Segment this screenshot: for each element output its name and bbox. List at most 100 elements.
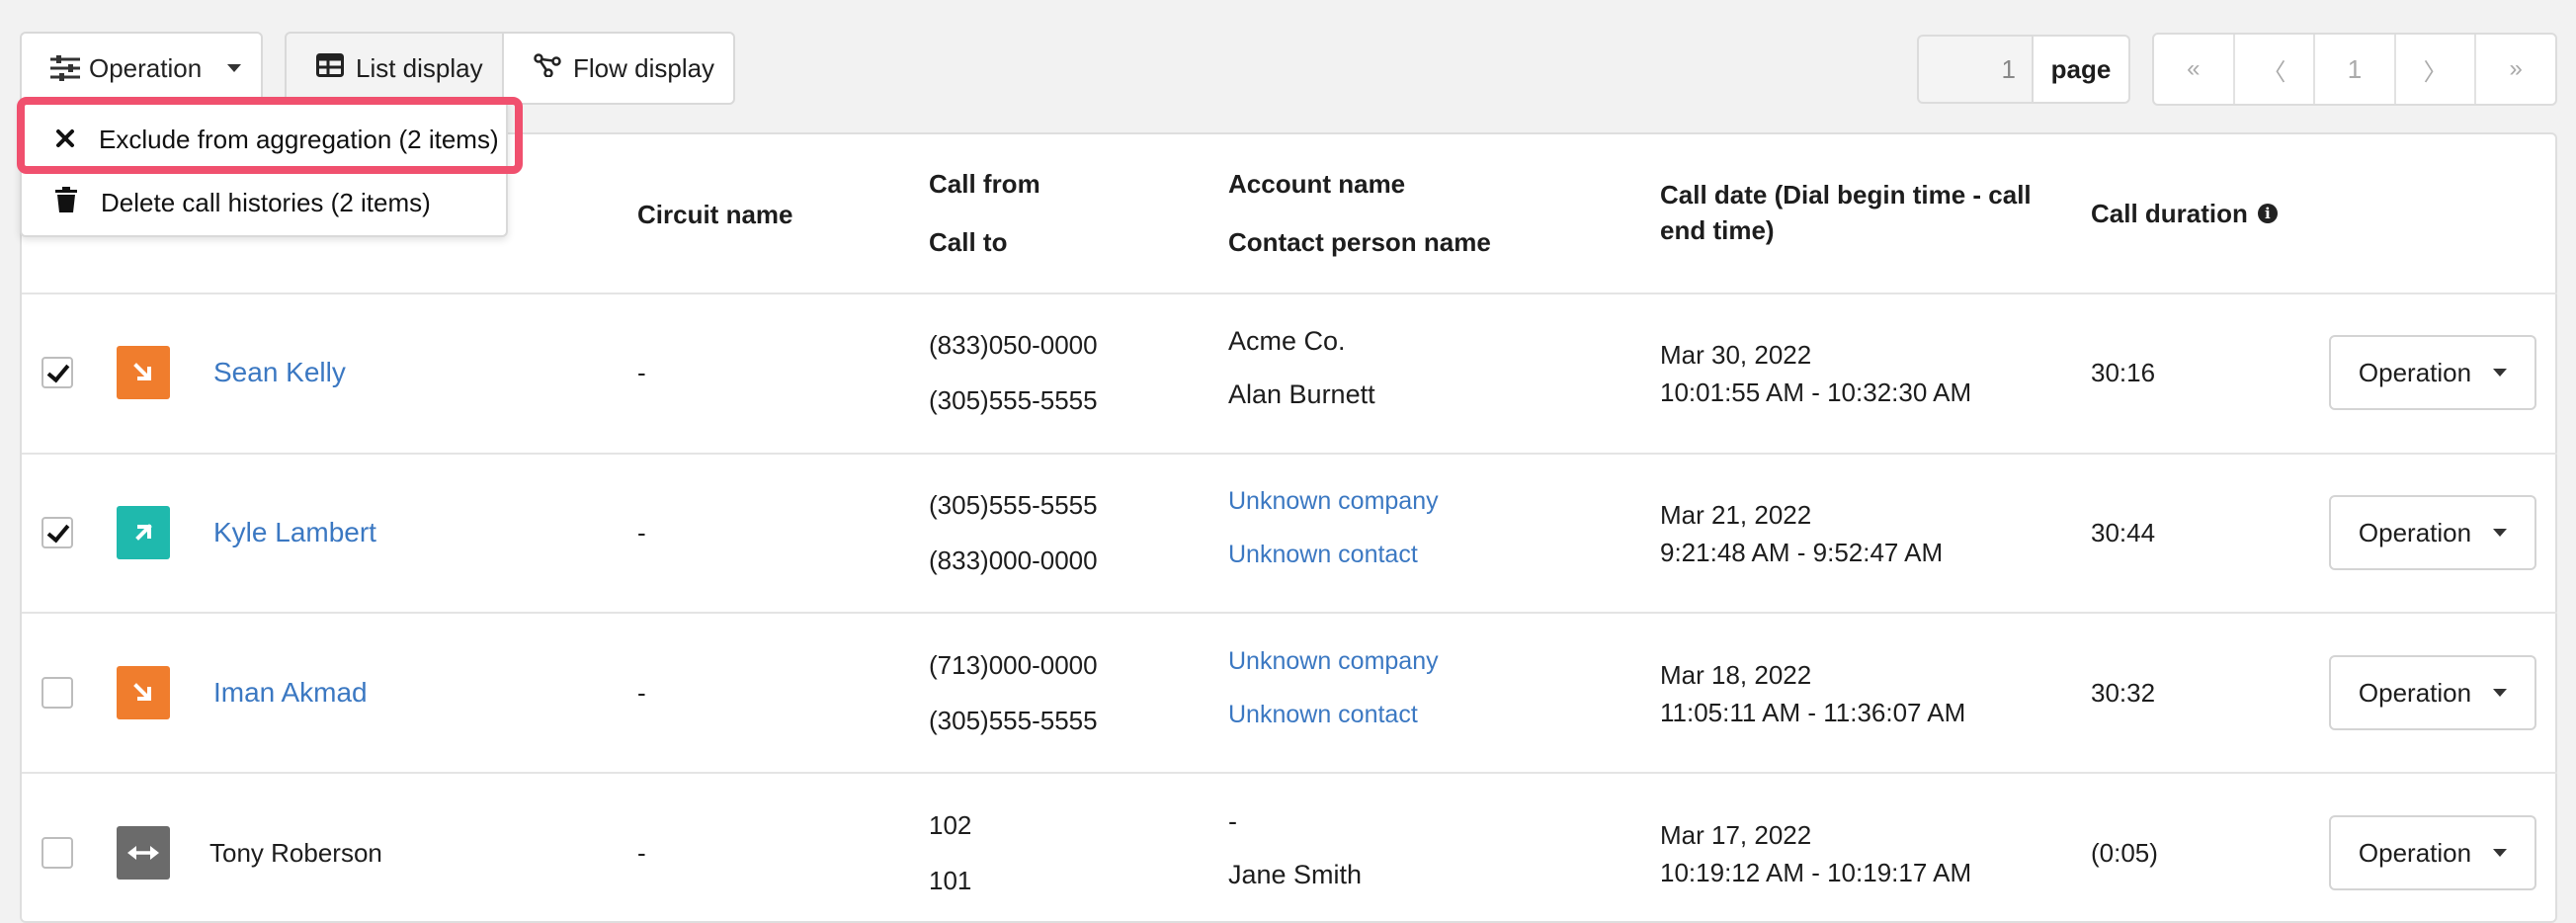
call-from-area: (305) xyxy=(929,490,989,520)
prev-page-button[interactable]: 〈 xyxy=(2235,35,2316,104)
next-page-label: 〉 xyxy=(2423,58,2448,86)
row-divider xyxy=(22,612,2557,614)
call-from: (833)050-0000 xyxy=(929,327,1098,363)
chevron-down-icon xyxy=(2493,369,2508,377)
call-to-number: 101 xyxy=(929,866,972,895)
caller-name[interactable]: Kyle Lambert xyxy=(213,515,376,550)
header-call-duration-label: Call duration xyxy=(2091,199,2248,228)
first-page-button[interactable]: « xyxy=(2154,35,2235,104)
call-to-number: 555-5555 xyxy=(988,385,1098,415)
call-date: Mar 30, 2022 xyxy=(1660,340,1812,370)
call-from: (713)000-0000 xyxy=(929,647,1098,683)
call-duration: 30:44 xyxy=(2091,518,2156,547)
trash-icon xyxy=(55,186,77,219)
caller-name: Tony Roberson xyxy=(209,838,382,868)
row-checkbox[interactable] xyxy=(42,837,73,869)
flow-display-button[interactable]: Flow display xyxy=(502,32,735,105)
call-duration: 30:32 xyxy=(2091,678,2156,708)
row-checkbox[interactable] xyxy=(42,677,73,709)
call-date: Mar 18, 2022 xyxy=(1660,660,1812,690)
internal-call-icon xyxy=(117,826,170,880)
call-from-number: 000-0000 xyxy=(988,650,1098,680)
call-date: Mar 21, 2022 xyxy=(1660,500,1812,530)
header-call-date: Call date (Dial begin time - call end ti… xyxy=(1660,180,2032,245)
last-page-button[interactable]: » xyxy=(2476,35,2555,104)
prev-page-label: 〈 xyxy=(2262,58,2286,86)
row-operation-button[interactable]: Operation xyxy=(2329,815,2536,890)
incoming-call-icon xyxy=(117,346,170,399)
caller-name[interactable]: Sean Kelly xyxy=(213,355,346,390)
header-call-from: Call from xyxy=(929,169,1040,199)
chevron-down-icon xyxy=(2493,529,2508,537)
operation-dropdown-button[interactable]: Operation xyxy=(20,32,263,105)
pagination: « 〈 1 〉 » xyxy=(2152,33,2557,106)
call-duration: (0:05) xyxy=(2091,838,2158,868)
row-divider xyxy=(22,453,2557,455)
account-name[interactable]: Unknown company xyxy=(1228,643,1439,679)
call-time-range: 10:19:12 AM - 10:19:17 AM xyxy=(1660,858,1972,887)
operation-label: Operation xyxy=(89,52,203,83)
highlight-box xyxy=(17,97,523,174)
last-page-label: » xyxy=(2509,55,2523,82)
row-operation-label: Operation xyxy=(2358,677,2472,708)
account-name: Acme Co. xyxy=(1228,326,1346,356)
page-label-text: page xyxy=(2050,53,2112,84)
call-to-number: 000-0000 xyxy=(988,545,1098,575)
row-divider xyxy=(22,772,2557,774)
call-to-number: 555-5555 xyxy=(988,706,1098,735)
incoming-call-icon xyxy=(117,666,170,719)
header-divider xyxy=(22,293,2557,294)
next-page-button[interactable]: 〉 xyxy=(2396,35,2477,104)
call-from-number: 102 xyxy=(929,810,972,840)
call-date: Mar 17, 2022 xyxy=(1660,820,1812,850)
list-display-label: List display xyxy=(356,52,483,83)
flow-display-label: Flow display xyxy=(573,52,715,83)
header-call-to: Call to xyxy=(929,227,1008,257)
row-operation-label: Operation xyxy=(2358,517,2472,547)
current-page-label: 1 xyxy=(2347,53,2363,84)
first-page-label: « xyxy=(2187,55,2201,82)
row-checkbox[interactable] xyxy=(42,357,73,388)
table-icon xyxy=(316,52,344,84)
page-number-input[interactable]: 1 xyxy=(1917,35,2034,104)
caller-name[interactable]: Iman Akmad xyxy=(213,675,368,711)
call-from: (305)555-5555 xyxy=(929,487,1098,523)
row-operation-label: Operation xyxy=(2358,357,2472,387)
contact-person-name[interactable]: Unknown contact xyxy=(1228,697,1418,732)
call-time-range: 10:01:55 AM - 10:32:30 AM xyxy=(1660,378,1972,407)
row-operation-button[interactable]: Operation xyxy=(2329,495,2536,570)
current-page-button[interactable]: 1 xyxy=(2315,35,2396,104)
account-name[interactable]: Unknown company xyxy=(1228,483,1439,519)
circuit-name: - xyxy=(637,838,646,868)
call-from-area: (713) xyxy=(929,650,989,680)
flow-icon xyxy=(534,52,561,84)
row-checkbox[interactable] xyxy=(42,517,73,548)
contact-person-name[interactable]: Unknown contact xyxy=(1228,537,1418,572)
contact-person-name: Alan Burnett xyxy=(1228,379,1375,409)
call-from-number: 555-5555 xyxy=(988,490,1098,520)
delete-call-histories-item[interactable]: Delete call histories (2 items) xyxy=(22,172,506,233)
call-from: 102 xyxy=(929,807,971,843)
call-time-range: 9:21:48 AM - 9:52:47 AM xyxy=(1660,538,1944,567)
outgoing-call-icon xyxy=(117,506,170,559)
call-to: (305)555-5555 xyxy=(929,382,1098,418)
header-call-duration: Call duration i xyxy=(2091,196,2278,231)
list-display-button[interactable]: List display xyxy=(285,32,504,105)
sliders-icon xyxy=(49,55,81,81)
row-operation-button[interactable]: Operation xyxy=(2329,655,2536,730)
header-circuit-name: Circuit name xyxy=(637,200,793,229)
chevron-down-icon xyxy=(227,64,242,72)
call-to: (305)555-5555 xyxy=(929,703,1098,738)
chevron-down-icon xyxy=(2493,689,2508,697)
call-time-range: 11:05:11 AM - 11:36:07 AM xyxy=(1660,698,1966,727)
circuit-name: - xyxy=(637,678,646,708)
call-duration: 30:16 xyxy=(2091,358,2156,387)
call-to-area: (305) xyxy=(929,385,989,415)
info-icon[interactable]: i xyxy=(2257,204,2278,223)
chevron-down-icon xyxy=(2493,849,2508,857)
call-to-area: (833) xyxy=(929,545,989,575)
call-to: 101 xyxy=(929,863,971,898)
call-to-area: (305) xyxy=(929,706,989,735)
call-from-number: 050-0000 xyxy=(988,330,1098,360)
row-operation-button[interactable]: Operation xyxy=(2329,335,2536,410)
